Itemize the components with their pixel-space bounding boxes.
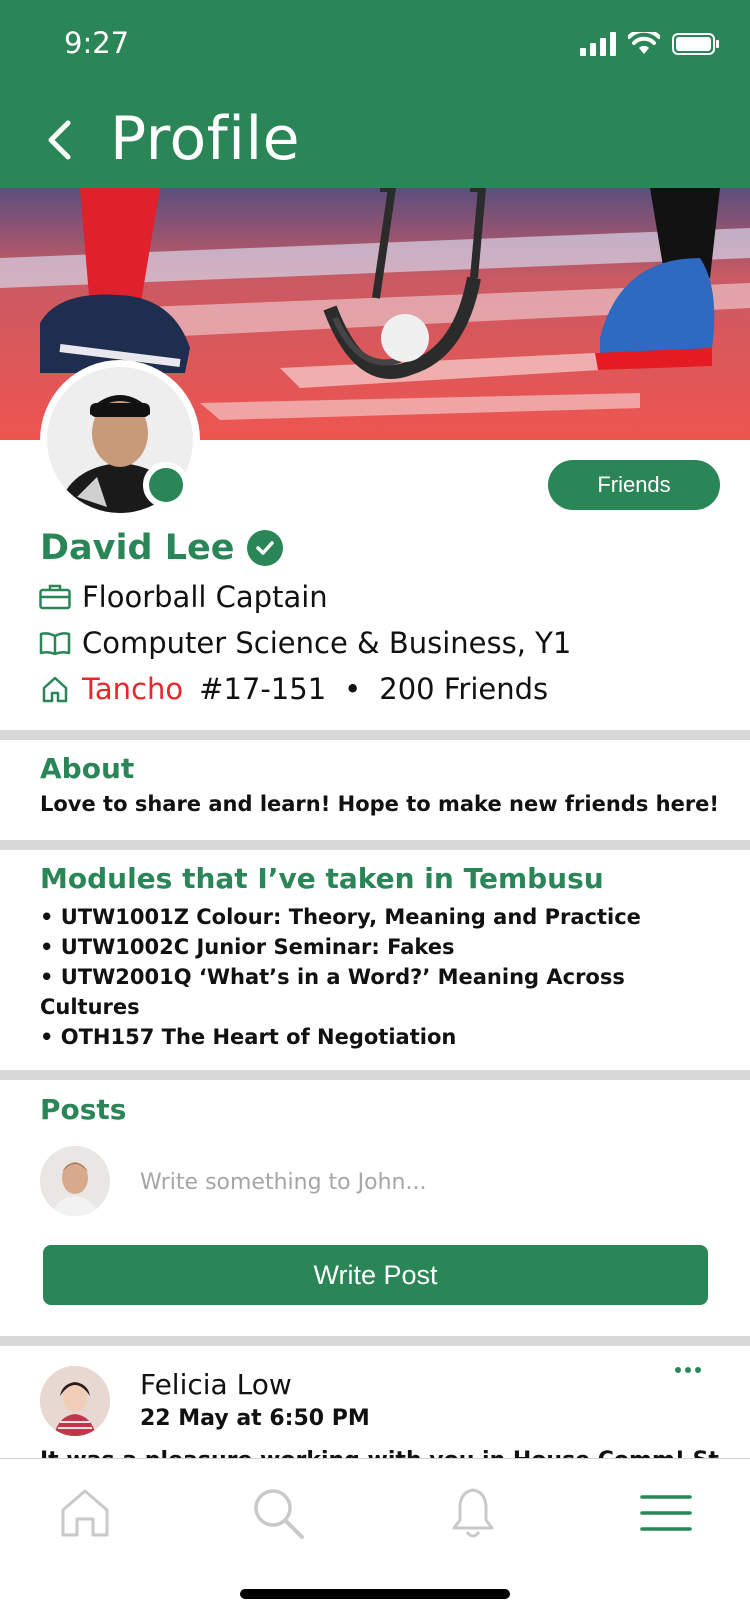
battery-icon — [672, 33, 719, 55]
more-options-icon[interactable] — [675, 1360, 709, 1380]
list-item: OTH157 The Heart of Negotiation — [40, 1022, 680, 1052]
book-icon — [38, 626, 72, 660]
post-author[interactable]: Felicia Low — [140, 1368, 292, 1401]
about-text: Love to share and learn! Hope to make ne… — [40, 792, 720, 816]
home-icon[interactable] — [55, 1483, 115, 1543]
divider — [0, 1070, 750, 1080]
about-title: About — [40, 752, 135, 785]
friends-count[interactable]: 200 Friends — [379, 672, 548, 706]
post-input[interactable] — [130, 1160, 690, 1204]
course-text: Computer Science & Business, Y1 — [82, 626, 572, 660]
chevron-left-icon — [48, 120, 71, 160]
avatar[interactable] — [40, 1366, 110, 1436]
briefcase-icon — [38, 580, 72, 614]
house-name[interactable]: Tancho — [82, 672, 183, 706]
modules-title: Modules that I’ve taken in Tembusu — [40, 862, 604, 895]
friends-button[interactable]: Friends — [548, 460, 720, 510]
verified-icon — [246, 530, 283, 566]
menu-icon[interactable] — [636, 1483, 696, 1543]
posts-title: Posts — [40, 1093, 127, 1126]
modules-list: UTW1001Z Colour: Theory, Meaning and Pra… — [40, 902, 680, 1052]
online-status-dot — [143, 462, 189, 508]
divider — [0, 1336, 750, 1346]
house-row: Tancho #17-151 • 200 Friends — [38, 672, 548, 706]
home-indicator — [240, 1589, 510, 1599]
course-row: Computer Science & Business, Y1 — [38, 626, 571, 660]
list-item: UTW1001Z Colour: Theory, Meaning and Pra… — [40, 902, 680, 932]
post-time: 22 May at 6:50 PM — [140, 1406, 370, 1431]
house-icon — [38, 672, 72, 706]
write-post-button[interactable]: Write Post — [43, 1245, 708, 1305]
back-button[interactable] — [46, 114, 86, 166]
profile-name: David Lee — [40, 528, 235, 568]
role-row: Floorball Captain — [38, 580, 328, 614]
divider — [0, 730, 750, 740]
page-title: Profile — [110, 104, 301, 174]
wifi-icon — [628, 32, 660, 54]
role-text: Floorball Captain — [82, 580, 328, 614]
status-time: 9:27 — [64, 26, 130, 60]
separator-dot: • — [344, 672, 362, 706]
divider — [0, 840, 750, 850]
header-bar: 9:27 Profile — [0, 0, 750, 188]
status-icons — [580, 32, 720, 56]
bell-icon[interactable] — [443, 1483, 503, 1543]
avatar — [40, 1146, 110, 1216]
signal-icon — [580, 32, 616, 56]
list-item: UTW2001Q ‘What’s in a Word?’ Meaning Acr… — [40, 962, 680, 1022]
profile-name-row: David Lee — [40, 528, 283, 568]
tab-bar — [0, 1458, 750, 1624]
room-number: #17-151 — [199, 672, 327, 706]
list-item: UTW1002C Junior Seminar: Fakes — [40, 932, 680, 962]
search-icon[interactable] — [248, 1483, 308, 1543]
